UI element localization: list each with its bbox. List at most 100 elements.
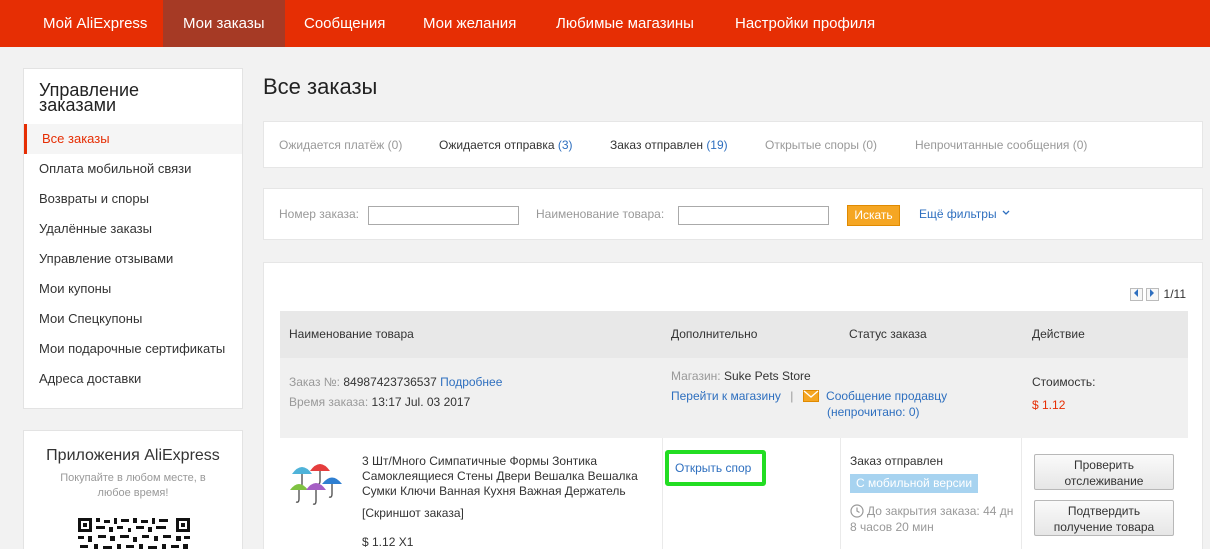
nav-favorite-stores[interactable]: Любимые магазины: [536, 0, 714, 47]
sidebar-item-gift-cards[interactable]: Мои подарочные сертификаты: [24, 334, 242, 364]
top-nav: Мой AliExpress Мои заказы Сообщения Мои …: [0, 0, 1210, 47]
header-action: Действие: [1032, 327, 1085, 341]
tab-shipped-label: Заказ отправлен: [610, 138, 703, 152]
column-divider: [1021, 438, 1022, 549]
check-tracking-line2: отслеживание: [1064, 474, 1144, 488]
pager-next-button[interactable]: [1145, 287, 1159, 301]
open-dispute-link[interactable]: Открыть спор: [665, 450, 766, 486]
order-details-link[interactable]: Подробнее: [440, 375, 502, 389]
tab-awaiting-payment-count: (0): [387, 138, 403, 152]
tab-open-disputes-label: Открытые споры: [765, 138, 859, 152]
table-header: Наименование товара Дополнительно Статус…: [280, 311, 1188, 358]
pager-text: 1/11: [1163, 287, 1186, 301]
order-number-label: Номер заказа:: [279, 207, 360, 221]
pager-prev-button[interactable]: [1129, 287, 1143, 301]
order-cost: $ 1.12: [1032, 398, 1066, 412]
store-caption: Магазин:: [671, 369, 721, 383]
more-filters-link[interactable]: Ещё фильтры: [919, 189, 1010, 240]
order-status-text: Заказ отправлен: [850, 454, 943, 468]
nav-profile-settings[interactable]: Настройки профиля: [715, 0, 895, 47]
status-tabs: Ожидается платёж (0) Ожидается отправка …: [263, 121, 1203, 168]
mobile-version-badge: С мобильной версии: [850, 474, 979, 493]
tab-unread-messages[interactable]: Непрочитанные сообщения (0): [915, 122, 1087, 168]
sidebar-item-returns-disputes[interactable]: Возвраты и споры: [24, 184, 242, 214]
chevron-left-icon: [1134, 288, 1139, 297]
product-title-link[interactable]: 3 Шт/Много Симпатичные Формы Зонтика Сам…: [362, 454, 662, 499]
unread-line: (непрочитано: 0): [827, 403, 920, 422]
pager: 1/11: [1129, 287, 1186, 301]
product-name-input[interactable]: [678, 206, 829, 225]
close-countdown: До закрытия заказа: 44 дн 8 часов 20 мин: [850, 503, 1020, 535]
price-quantity: $ 1.12 X1: [362, 535, 414, 549]
check-tracking-button[interactable]: Проверить отслеживание: [1034, 454, 1174, 490]
orders-panel: 1/11 Наименование товара Дополнительно С…: [263, 262, 1203, 549]
order-item-row: 3 Шт/Много Симпатичные Формы Зонтика Сам…: [280, 438, 1188, 549]
apps-subtitle: Покупайте в любом месте, в любое время!: [60, 472, 206, 499]
tab-open-disputes[interactable]: Открытые споры (0): [765, 122, 877, 168]
product-name-label: Наименование товара:: [536, 207, 665, 221]
chevron-right-icon: [1150, 288, 1155, 297]
separator: |: [790, 389, 794, 403]
header-extra: Дополнительно: [671, 327, 758, 341]
order-number-line: Заказ №: 84987423736537 Подробнее: [289, 373, 502, 392]
sidebar-item-special-coupons[interactable]: Мои Спецкупоны: [24, 304, 242, 334]
sidebar-item-mobile-payment[interactable]: Оплата мобильной связи: [24, 154, 242, 184]
tab-awaiting-shipment[interactable]: Ожидается отправка (3): [439, 122, 573, 168]
tab-open-disputes-count: (0): [862, 138, 877, 152]
column-divider: [662, 438, 663, 549]
apps-promo: Приложения AliExpress Покупайте в любом …: [23, 430, 243, 549]
store-line: Магазин: Suke Pets Store: [671, 367, 811, 386]
message-seller-link[interactable]: Сообщение продавцу: [826, 389, 947, 403]
sidebar-item-feedback[interactable]: Управление отзывами: [24, 244, 242, 274]
unread-count: 0: [908, 405, 916, 419]
tab-awaiting-payment-label: Ожидается платёж: [279, 138, 385, 152]
nav-my-aliexpress[interactable]: Мой AliExpress: [23, 0, 167, 47]
tab-unread-messages-count: (0): [1072, 138, 1088, 152]
page-title: Все заказы: [263, 74, 378, 99]
apps-title: Приложения AliExpress: [46, 447, 220, 464]
unread-close: ): [915, 405, 920, 419]
tab-awaiting-shipment-count: (3): [557, 138, 573, 152]
product-thumbnail[interactable]: [288, 454, 344, 510]
sidebar-title: Управление заказами: [39, 81, 229, 115]
order-screenshot-link[interactable]: [Скриншот заказа]: [362, 506, 464, 520]
go-to-store-link[interactable]: Перейти к магазину: [671, 389, 781, 403]
more-filters-label: Ещё фильтры: [919, 207, 997, 221]
sidebar-title-line2: заказами: [39, 95, 117, 115]
qr-code-icon: [76, 516, 192, 549]
nav-my-orders[interactable]: Мои заказы: [163, 0, 285, 47]
order-header-row: Заказ №: 84987423736537 Подробнее Время …: [280, 358, 1188, 438]
cost-caption: Стоимость:: [1032, 375, 1096, 389]
tab-awaiting-payment[interactable]: Ожидается платёж (0): [279, 122, 402, 168]
filter-bar: Номер заказа: Наименование товара: Искат…: [263, 188, 1203, 240]
confirm-receipt-button[interactable]: Подтвердить получение товара: [1034, 500, 1174, 536]
nav-wishlist[interactable]: Мои желания: [403, 0, 536, 47]
order-number-caption: Заказ №:: [289, 375, 341, 389]
store-name: Suke Pets Store: [723, 369, 811, 383]
tab-shipped[interactable]: Заказ отправлен (19): [610, 122, 728, 168]
tab-shipped-count: (19): [706, 138, 728, 152]
order-time-line: Время заказа: 13:17 Jul. 03 2017: [289, 393, 470, 412]
tab-awaiting-shipment-label: Ожидается отправка: [439, 138, 555, 152]
confirm-receipt-line1: Подтвердить: [1067, 504, 1141, 518]
sidebar-item-coupons[interactable]: Мои купоны: [24, 274, 242, 304]
sidebar: Управление заказами Все заказы Оплата мо…: [23, 68, 243, 409]
order-time-value: 13:17 Jul. 03 2017: [371, 395, 471, 409]
order-time-caption: Время заказа:: [289, 395, 369, 409]
chevron-down-icon: [1002, 210, 1010, 215]
column-divider: [840, 438, 841, 549]
order-number-input[interactable]: [368, 206, 519, 225]
search-button[interactable]: Искать: [847, 205, 900, 226]
order-number-value: 84987423736537: [343, 375, 437, 389]
sidebar-item-all-orders[interactable]: Все заказы: [24, 124, 242, 154]
sidebar-item-deleted-orders[interactable]: Удалённые заказы: [24, 214, 242, 244]
header-status: Статус заказа: [849, 327, 927, 341]
nav-messages[interactable]: Сообщения: [284, 0, 405, 47]
header-product: Наименование товара: [289, 327, 414, 341]
tab-unread-messages-label: Непрочитанные сообщения: [915, 138, 1070, 152]
confirm-receipt-line2: получение товара: [1053, 520, 1155, 534]
check-tracking-line1: Проверить: [1073, 458, 1134, 472]
sidebar-item-shipping-addresses[interactable]: Адреса доставки: [24, 364, 242, 394]
clock-icon: [850, 504, 864, 518]
envelope-icon: [802, 390, 819, 402]
